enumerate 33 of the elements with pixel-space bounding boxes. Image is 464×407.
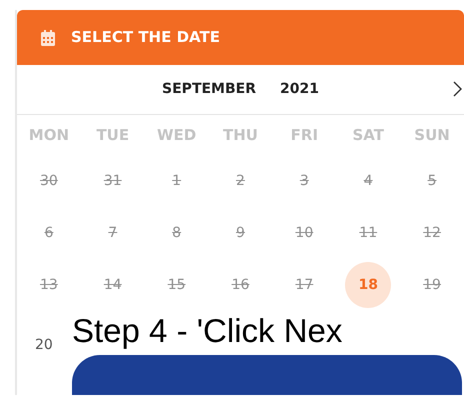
weekday-label: SUN	[413, 124, 451, 146]
date-cell-text: 17	[294, 276, 314, 294]
weekday-label: WED	[156, 124, 198, 146]
date-cell-text: 12	[422, 224, 442, 242]
year-label: 2021	[280, 80, 319, 99]
date-cell-text: 11	[358, 224, 378, 242]
month-label: SEPTEMBER	[162, 80, 256, 99]
header-title: SELECT THE DATE	[71, 27, 220, 48]
calendar-icon	[41, 30, 55, 46]
date-cell-text: 14	[102, 276, 123, 294]
date-cell-text: 9	[235, 224, 246, 242]
date-cell-text: 13	[39, 276, 59, 294]
date-cell-text: 3	[298, 172, 310, 190]
date-cell-text: 1	[171, 172, 182, 190]
weekday-label: MON	[28, 124, 70, 146]
weekday-label: TUE	[95, 124, 130, 146]
date-cell-text: 8	[171, 224, 182, 242]
date-cell-text: 7	[107, 224, 118, 242]
date-cell-text: 4	[362, 172, 374, 190]
date-cell-text: 19	[422, 276, 442, 294]
date-cell-text: 16	[230, 276, 250, 294]
date-cell-text: 2	[235, 172, 246, 190]
date-cell-text: 31	[102, 172, 123, 190]
date-cell-text: 10	[294, 224, 314, 242]
date-cell[interactable]: 20	[17, 311, 72, 395]
date-cell-text: 30	[39, 172, 59, 190]
date-cell-text: 15	[166, 276, 187, 294]
date-cell-text: 5	[426, 172, 438, 190]
weekday-label: SAT	[351, 124, 385, 146]
weekday-label: THU	[222, 124, 259, 146]
date-cell-text: 6	[43, 224, 54, 242]
primary-button[interactable]	[72, 354, 462, 395]
weekday-label: FRI	[290, 124, 320, 146]
